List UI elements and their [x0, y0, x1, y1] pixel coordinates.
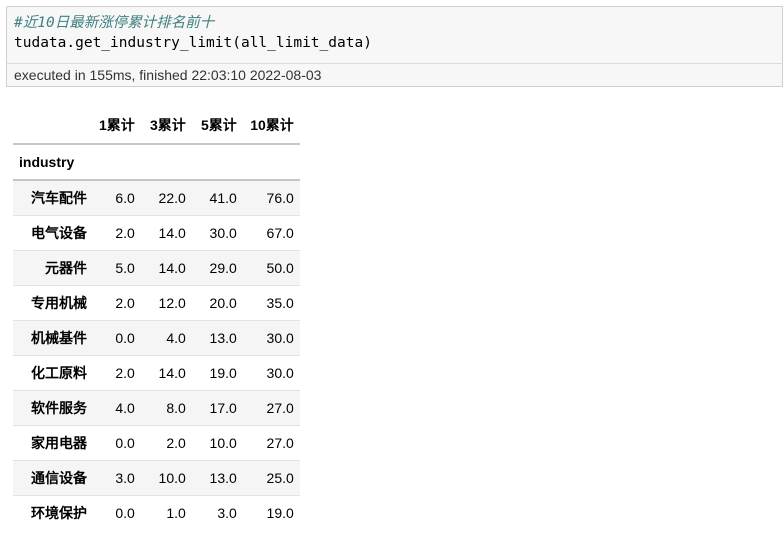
table-cell: 13.0 — [209, 329, 237, 346]
table-cell: 25.0 — [266, 469, 294, 486]
row-label: 家用电器 — [31, 434, 87, 451]
row-label: 电气设备 — [31, 224, 87, 241]
column-header: 3累计 — [150, 117, 186, 133]
row-label: 专用机械 — [31, 294, 87, 311]
table-row: 汽车配件 6.0 22.0 41.0 76.0 — [13, 180, 300, 215]
index-name-row: industry — [13, 144, 300, 180]
table-cell: 14.0 — [158, 259, 186, 276]
table-cell: 1.0 — [166, 504, 186, 521]
table-cell: 0.0 — [115, 329, 135, 346]
column-header: 1累计 — [99, 117, 135, 133]
table-cell: 17.0 — [209, 399, 237, 416]
table-cell: 41.0 — [209, 189, 237, 206]
table-cell: 30.0 — [209, 224, 237, 241]
table-cell: 12.0 — [158, 294, 186, 311]
table-cell: 10.0 — [209, 434, 237, 451]
row-label: 化工原料 — [31, 364, 87, 381]
row-label: 机械基件 — [31, 329, 87, 346]
header-blank — [13, 107, 93, 144]
table-cell: 6.0 — [115, 189, 135, 206]
row-label: 环境保护 — [31, 504, 87, 521]
table-cell: 27.0 — [266, 399, 294, 416]
table-cell: 13.0 — [209, 469, 237, 486]
column-header: 10累计 — [250, 117, 294, 133]
row-label: 通信设备 — [31, 469, 87, 486]
table-cell: 22.0 — [158, 189, 186, 206]
table-cell: 2.0 — [115, 364, 135, 381]
table-cell: 50.0 — [266, 259, 294, 276]
table-row: 家用电器 0.0 2.0 10.0 27.0 — [13, 425, 300, 460]
table-cell: 29.0 — [209, 259, 237, 276]
row-label: 元器件 — [45, 259, 87, 276]
table-cell: 2.0 — [166, 434, 186, 451]
table-cell: 20.0 — [209, 294, 237, 311]
code-statement: tudata.get_industry_limit(all_limit_data… — [14, 35, 372, 51]
table-cell: 3.0 — [115, 469, 135, 486]
table-cell: 5.0 — [115, 259, 135, 276]
table-cell: 4.0 — [115, 399, 135, 416]
table-cell: 14.0 — [158, 364, 186, 381]
execution-time-info: executed in 155ms, finished 22:03:10 202… — [6, 63, 783, 87]
table-cell: 19.0 — [209, 364, 237, 381]
table-row: 机械基件 0.0 4.0 13.0 30.0 — [13, 320, 300, 355]
table-row: 电气设备 2.0 14.0 30.0 67.0 — [13, 215, 300, 250]
column-header: 5累计 — [201, 117, 237, 133]
table-row: 软件服务 4.0 8.0 17.0 27.0 — [13, 390, 300, 425]
dataframe-table: 1累计 3累计 5累计 10累计 industry 汽车配件 6.0 22.0 … — [13, 107, 300, 530]
table-cell: 14.0 — [158, 224, 186, 241]
row-label: 汽车配件 — [31, 189, 87, 206]
table-row: 专用机械 2.0 12.0 20.0 35.0 — [13, 285, 300, 320]
table-row: 元器件 5.0 14.0 29.0 50.0 — [13, 250, 300, 285]
table-cell: 27.0 — [266, 434, 294, 451]
table-cell: 30.0 — [266, 329, 294, 346]
code-comment: #近10日最新涨停累计排名前十 — [14, 15, 215, 31]
table-row: 环境保护 0.0 1.0 3.0 19.0 — [13, 495, 300, 530]
table-cell: 0.0 — [115, 504, 135, 521]
table-row: 通信设备 3.0 10.0 13.0 25.0 — [13, 460, 300, 495]
table-cell: 3.0 — [217, 504, 237, 521]
table-cell: 2.0 — [115, 224, 135, 241]
index-name: industry — [19, 154, 75, 170]
table-row: 化工原料 2.0 14.0 19.0 30.0 — [13, 355, 300, 390]
table-cell: 10.0 — [158, 469, 186, 486]
table-cell: 30.0 — [266, 364, 294, 381]
column-header-row: 1累计 3累计 5累计 10累计 — [13, 107, 300, 144]
code-cell-input[interactable]: #近10日最新涨停累计排名前十 tudata.get_industry_limi… — [6, 6, 783, 63]
table-cell: 76.0 — [266, 189, 294, 206]
table-cell: 2.0 — [115, 294, 135, 311]
table-cell: 35.0 — [266, 294, 294, 311]
table-cell: 8.0 — [166, 399, 186, 416]
table-cell: 4.0 — [166, 329, 186, 346]
table-cell: 67.0 — [266, 224, 294, 241]
row-label: 软件服务 — [31, 399, 87, 416]
table-cell: 0.0 — [115, 434, 135, 451]
cell-output: 1累计 3累计 5累计 10累计 industry 汽车配件 6.0 22.0 … — [13, 107, 300, 530]
table-cell: 19.0 — [266, 504, 294, 521]
